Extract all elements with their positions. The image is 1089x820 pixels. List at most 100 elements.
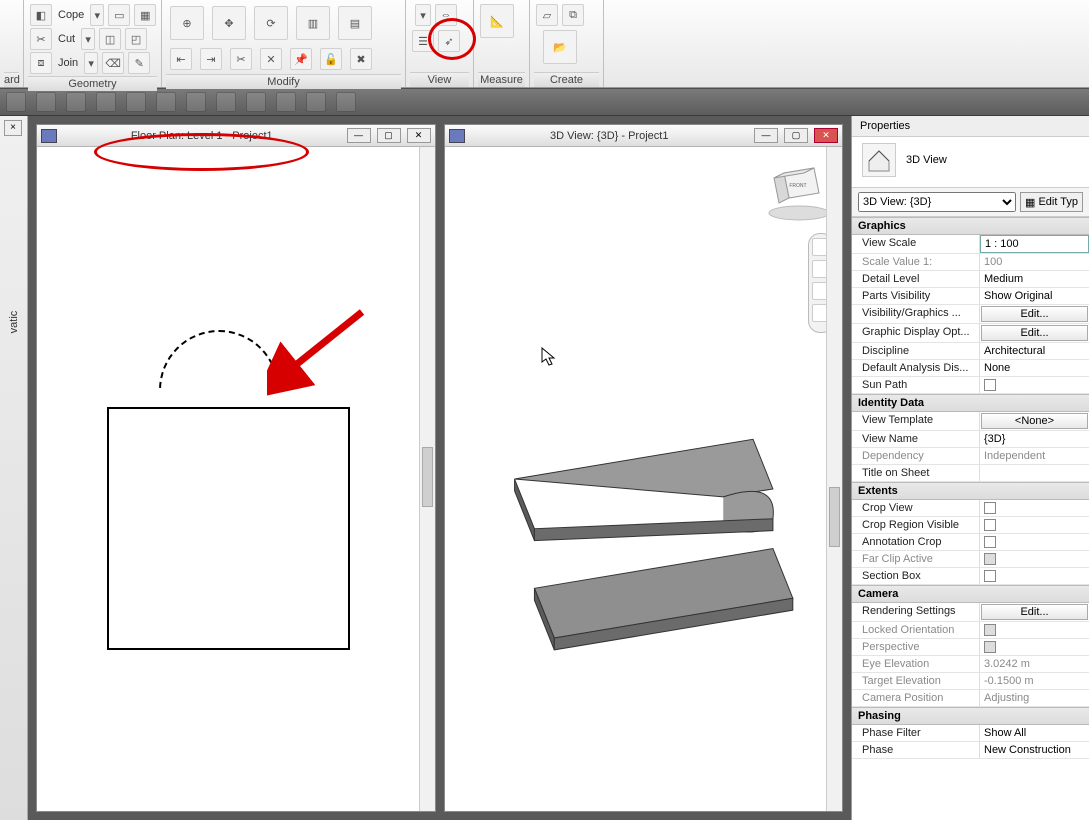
move-icon[interactable]: ✥ (212, 6, 246, 40)
qat-5[interactable] (126, 92, 146, 112)
scrollbar-thumb[interactable] (422, 447, 433, 507)
g-tool-3[interactable]: ◫ (99, 28, 121, 50)
qat-12[interactable] (336, 92, 356, 112)
cut-label[interactable]: Cut (56, 33, 77, 45)
val-parts-visibility[interactable]: Show Original (980, 288, 1089, 304)
split-icon[interactable]: ✂ (230, 48, 252, 70)
val-phase[interactable]: New Construction (980, 742, 1089, 758)
chk-annotation-crop[interactable] (984, 536, 996, 548)
prop-annotation-crop: Annotation Crop (852, 534, 980, 550)
array-icon[interactable]: ▤ (338, 6, 372, 40)
unpin-icon[interactable]: 🔓 (320, 48, 342, 70)
view-tool-4[interactable]: ➶ (438, 30, 460, 52)
measure-icon[interactable]: 📐 (480, 4, 514, 38)
pin-icon[interactable]: 📌 (290, 48, 312, 70)
val-detail-level[interactable]: Medium (980, 271, 1089, 287)
delete-icon[interactable]: ✖ (350, 48, 372, 70)
cut-icon[interactable]: ✂ (30, 28, 52, 50)
scrollbar-thumb[interactable] (829, 487, 840, 547)
rotate-icon[interactable]: ⟳ (254, 6, 288, 40)
close-button[interactable]: ✕ (407, 128, 431, 143)
g-tool-5[interactable]: ⌫ (102, 52, 124, 74)
properties-title: Properties (852, 116, 1089, 137)
type-selector[interactable]: 3D View (852, 137, 1089, 188)
floor-plan-canvas[interactable] (37, 147, 435, 811)
g-tool-4[interactable]: ◰ (125, 28, 147, 50)
prop-view-name: View Name (852, 431, 980, 447)
chk-crop-region[interactable] (984, 519, 996, 531)
qat-8[interactable] (216, 92, 236, 112)
val-title-on-sheet[interactable] (980, 465, 1089, 481)
view-tool-3[interactable]: ☰ (412, 30, 434, 52)
ribbon-group-geometry: Geometry (28, 76, 157, 91)
prop-sun-path: Sun Path (852, 377, 980, 393)
view-selector[interactable]: 3D View: {3D} (858, 192, 1016, 212)
g-tool-1[interactable]: ▭ (108, 4, 130, 26)
close-button[interactable]: ✕ (814, 128, 838, 143)
cope-icon[interactable]: ◧ (30, 4, 52, 26)
group-camera[interactable]: Camera (852, 585, 1089, 603)
scrollbar-vertical[interactable] (826, 147, 842, 811)
create-tool-2[interactable]: ⧉ (562, 4, 584, 26)
join-label[interactable]: Join (56, 57, 80, 69)
cope-label[interactable]: Cope (56, 9, 86, 21)
group-phasing[interactable]: Phasing (852, 707, 1089, 725)
prop-target-elevation: Target Elevation (852, 673, 980, 689)
view-template-button[interactable]: <None> (981, 413, 1088, 429)
val-discipline[interactable]: Architectural (980, 343, 1089, 359)
val-view-name[interactable]: {3D} (980, 431, 1089, 447)
minimize-button[interactable]: — (347, 128, 371, 143)
viewcube[interactable]: FRONT (764, 153, 834, 223)
qat-3[interactable] (66, 92, 86, 112)
view-tool-1[interactable]: ▾ (415, 4, 431, 26)
maximize-button[interactable]: ▢ (377, 128, 401, 143)
align-icon[interactable]: ⇤ (170, 48, 192, 70)
qat-2[interactable] (36, 92, 56, 112)
join-icon[interactable]: ⧈ (30, 52, 52, 74)
group-extents[interactable]: Extents (852, 482, 1089, 500)
val-default-analysis[interactable]: None (980, 360, 1089, 376)
house-icon (862, 143, 896, 177)
val-phase-filter[interactable]: Show All (980, 725, 1089, 741)
threed-canvas[interactable]: FRONT (445, 147, 843, 811)
mirror-icon[interactable]: ▥ (296, 6, 330, 40)
chk-section-box[interactable] (984, 570, 996, 582)
edit-vis-graphics-button[interactable]: Edit... (981, 306, 1088, 322)
cut-dd-icon[interactable]: ▾ (81, 28, 95, 50)
qat-9[interactable] (246, 92, 266, 112)
create-open-icon[interactable]: 📂 (543, 30, 577, 64)
group-graphics[interactable]: Graphics (852, 217, 1089, 235)
chk-sun-path[interactable] (984, 379, 996, 391)
edit-type-button[interactable]: ▦ Edit Typ (1020, 192, 1083, 212)
prop-section-box: Section Box (852, 568, 980, 584)
trim-icon[interactable]: ✕ (260, 48, 282, 70)
create-tool-1[interactable]: ▱ (536, 4, 558, 26)
edit-graphic-display-button[interactable]: Edit... (981, 325, 1088, 341)
val-view-scale[interactable]: 1 : 100 (980, 235, 1089, 253)
qat-10[interactable] (276, 92, 296, 112)
qat-11[interactable] (306, 92, 326, 112)
qat-1[interactable] (6, 92, 26, 112)
group-identity[interactable]: Identity Data (852, 394, 1089, 412)
view-area: Floor Plan: Level 1 - Project1 — ▢ ✕ (28, 116, 851, 820)
qat-6[interactable] (156, 92, 176, 112)
rendering-edit-button[interactable]: Edit... (981, 604, 1088, 620)
qat-4[interactable] (96, 92, 116, 112)
prop-dependency: Dependency (852, 448, 980, 464)
select-icon[interactable]: ⊕ (170, 6, 204, 40)
minimize-button[interactable]: — (754, 128, 778, 143)
floor-plan-titlebar[interactable]: Floor Plan: Level 1 - Project1 — ▢ ✕ (37, 125, 435, 147)
threed-titlebar[interactable]: 3D View: {3D} - Project1 — ▢ ✕ (445, 125, 843, 147)
cope-dd-icon[interactable]: ▾ (90, 4, 104, 26)
ribbon-group-measure: Measure (478, 72, 525, 87)
scrollbar-vertical[interactable] (419, 147, 435, 811)
maximize-button[interactable]: ▢ (784, 128, 808, 143)
chk-crop-view[interactable] (984, 502, 996, 514)
view-tool-2[interactable]: ⇔ (435, 4, 457, 26)
close-icon[interactable]: × (4, 120, 22, 136)
g-tool-6[interactable]: ✎ (128, 52, 150, 74)
g-tool-2[interactable]: ▦ (134, 4, 156, 26)
offset-icon[interactable]: ⇥ (200, 48, 222, 70)
join-dd-icon[interactable]: ▾ (84, 52, 98, 74)
qat-7[interactable] (186, 92, 206, 112)
